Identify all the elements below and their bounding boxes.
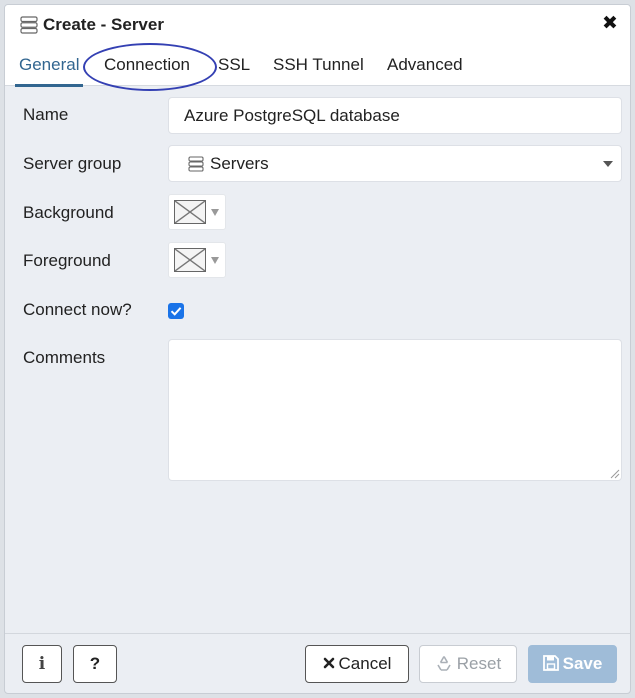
tab-advanced[interactable]: Advanced — [387, 45, 463, 86]
reset-button[interactable]: Reset — [419, 645, 517, 683]
cancel-button[interactable]: Cancel — [305, 645, 409, 683]
resize-grip-icon[interactable] — [608, 467, 620, 479]
server-group-icon — [20, 16, 38, 34]
chevron-down-icon — [603, 161, 613, 167]
dialog-title: Create - Server — [43, 15, 164, 34]
name-label: Name — [23, 105, 69, 124]
floppy-disk-icon — [542, 654, 559, 671]
tab-ssh-tunnel[interactable]: SSH Tunnel — [273, 45, 364, 86]
chevron-down-icon — [211, 209, 219, 216]
connect-now-checkbox[interactable] — [168, 303, 184, 319]
server-group-select[interactable]: Servers — [168, 145, 622, 182]
help-icon: ? — [89, 654, 101, 673]
tab-ssl[interactable]: SSL — [218, 45, 250, 86]
tab-general[interactable]: General — [14, 45, 85, 87]
create-server-dialog: Create - Server ✖ General Connection SSL… — [4, 4, 631, 694]
empty-color-swatch-icon — [174, 248, 206, 272]
help-button[interactable]: ? — [73, 645, 117, 683]
tab-bar: General Connection SSL SSH Tunnel Advanc… — [5, 45, 630, 87]
save-label: Save — [562, 654, 603, 673]
tab-connection[interactable]: Connection — [104, 45, 190, 86]
server-group-label: Server group — [23, 154, 122, 173]
foreground-label: Foreground — [23, 251, 111, 270]
server-group-icon — [188, 156, 204, 172]
reset-label: Reset — [456, 654, 502, 673]
info-button[interactable]: i — [22, 645, 62, 683]
dialog-titlebar[interactable]: Create - Server ✖ — [5, 5, 630, 45]
empty-color-swatch-icon — [174, 200, 206, 224]
foreground-color-picker[interactable] — [168, 242, 226, 278]
cancel-label: Cancel — [338, 654, 392, 673]
connect-now-label: Connect now? — [23, 300, 132, 319]
checkmark-icon — [170, 307, 182, 316]
close-icon[interactable]: ✖ — [602, 14, 618, 33]
recycle-icon — [437, 655, 451, 671]
save-button[interactable]: Save — [528, 645, 617, 683]
name-input[interactable]: Azure PostgreSQL database — [168, 97, 622, 134]
background-color-picker[interactable] — [168, 194, 226, 230]
chevron-down-icon — [211, 257, 219, 264]
x-icon — [323, 657, 334, 668]
server-group-value: Servers — [210, 154, 269, 173]
info-icon: i — [38, 654, 46, 674]
comments-textarea[interactable] — [168, 339, 622, 481]
comments-label: Comments — [23, 348, 106, 367]
background-label: Background — [23, 203, 114, 222]
